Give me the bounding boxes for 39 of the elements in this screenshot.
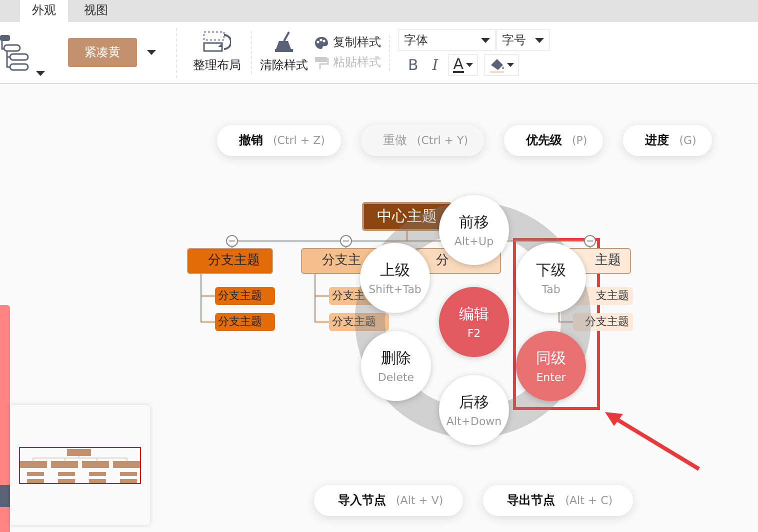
font-family-select[interactable]: 字体	[398, 29, 496, 51]
connector-line	[200, 274, 216, 322]
paint-roller-icon	[314, 56, 329, 70]
collapse-icon[interactable]	[226, 235, 238, 247]
clear-style-button[interactable]: 清除样式	[251, 31, 314, 74]
toolbar-pill-button[interactable]: 进度 (G)	[623, 125, 712, 156]
arrange-layout-button[interactable]: 整理布局	[187, 31, 247, 74]
radial-menu-item[interactable]: 下级 Tab	[516, 243, 586, 313]
toolbar-pill-button[interactable]: 优先级 (P)	[504, 125, 604, 156]
toolbar-pill-button[interactable]: 导入节点 (Alt + V)	[314, 485, 464, 516]
italic-button[interactable]: I	[428, 54, 442, 76]
paint-bucket-icon	[488, 57, 504, 73]
palette-icon	[314, 36, 329, 50]
radial-menu-item[interactable]: 编辑 F2	[439, 287, 509, 357]
branch-topic-node[interactable]: 分支主题	[187, 248, 273, 274]
caret-icon	[466, 63, 472, 67]
radial-menu-item[interactable]: 删除 Delete	[361, 331, 431, 401]
collapse-icon[interactable]	[584, 235, 596, 247]
radial-menu-item[interactable]: 后移 Alt+Down	[439, 375, 509, 445]
caret-icon	[481, 38, 490, 42]
bold-button[interactable]: B	[404, 54, 422, 76]
subtopic-node[interactable]: 分支主题	[215, 313, 275, 331]
toolbar-pill-button[interactable]: 撤销 (Ctrl + Z)	[217, 125, 341, 156]
tab[interactable]: 视图	[72, 0, 120, 22]
caret-icon	[506, 63, 514, 67]
subtopic-node[interactable]: 分支主题	[215, 287, 275, 305]
collapse-icon[interactable]	[340, 235, 352, 247]
font-size-select[interactable]: 字号	[496, 29, 550, 51]
tab[interactable]: 外观	[20, 0, 68, 22]
caret-icon	[535, 38, 544, 42]
copy-style-button[interactable]: 复制样式	[314, 34, 381, 50]
caret-icon[interactable]	[36, 70, 45, 76]
caret-icon[interactable]	[147, 50, 156, 55]
toolbar-pill-button[interactable]: 导出节点 (Alt + C)	[483, 485, 633, 516]
fill-color-button[interactable]	[484, 54, 518, 76]
font-color-button[interactable]: A	[448, 54, 478, 76]
layout-icon	[203, 31, 231, 53]
connector-line	[314, 274, 330, 322]
broom-icon	[273, 31, 295, 53]
